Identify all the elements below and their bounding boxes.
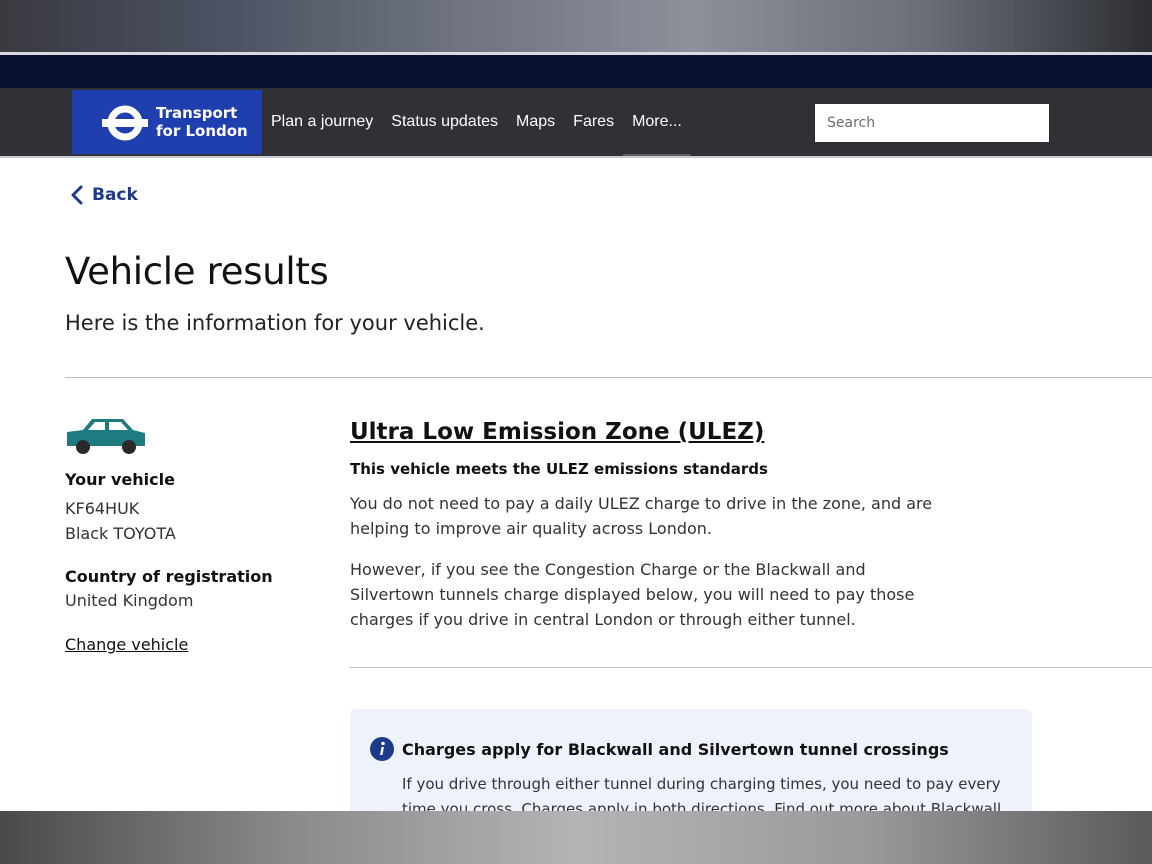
section-divider — [65, 377, 1152, 378]
chevron-left-icon — [71, 185, 83, 205]
tfl-logo-link[interactable]: Transport for London — [72, 90, 262, 154]
your-vehicle-label: Your vehicle — [65, 470, 175, 489]
site-header: Transport for London Plan a journey Stat… — [0, 88, 1152, 158]
ulez-paragraph-2: However, if you see the Congestion Charg… — [350, 560, 915, 629]
logo-line-2: for London — [156, 122, 248, 140]
search-input[interactable] — [815, 104, 1049, 142]
page-subtitle: Here is the information for your vehicle… — [65, 311, 485, 335]
content-divider — [350, 667, 1152, 668]
roundel-icon — [102, 105, 148, 141]
nav-more[interactable]: More... — [623, 90, 691, 156]
ulez-title-link[interactable]: Ultra Low Emission Zone (ULEZ) — [350, 419, 764, 445]
info-icon — [370, 737, 394, 761]
nav-maps[interactable]: Maps — [507, 90, 564, 156]
main-nav: Plan a journey Status updates Maps Fares… — [262, 88, 691, 158]
change-vehicle-link[interactable]: Change vehicle — [65, 635, 188, 654]
back-label: Back — [92, 185, 138, 205]
page-title: Vehicle results — [65, 250, 329, 293]
logo-text: Transport for London — [156, 104, 248, 140]
photo-frame-bottom — [0, 811, 1152, 864]
country-label: Country of registration — [65, 567, 273, 586]
photo-frame-top — [0, 0, 1152, 54]
ulez-paragraph-1: You do not need to pay a daily ULEZ char… — [350, 494, 933, 538]
nav-plan-a-journey[interactable]: Plan a journey — [262, 90, 382, 156]
nav-status-updates[interactable]: Status updates — [382, 90, 507, 156]
ulez-status: This vehicle meets the ULEZ emissions st… — [350, 460, 768, 478]
info-title: Charges apply for Blackwall and Silverto… — [402, 740, 949, 759]
top-band — [0, 55, 1152, 88]
logo-line-1: Transport — [156, 104, 238, 122]
country-value: United Kingdom — [65, 591, 194, 610]
vehicle-description: Black TOYOTA — [65, 524, 176, 543]
header-border — [0, 156, 1152, 158]
back-link[interactable]: Back — [70, 185, 138, 205]
nav-fares[interactable]: Fares — [564, 90, 623, 156]
car-icon — [67, 419, 145, 454]
vehicle-registration: KF64HUK — [65, 499, 140, 518]
